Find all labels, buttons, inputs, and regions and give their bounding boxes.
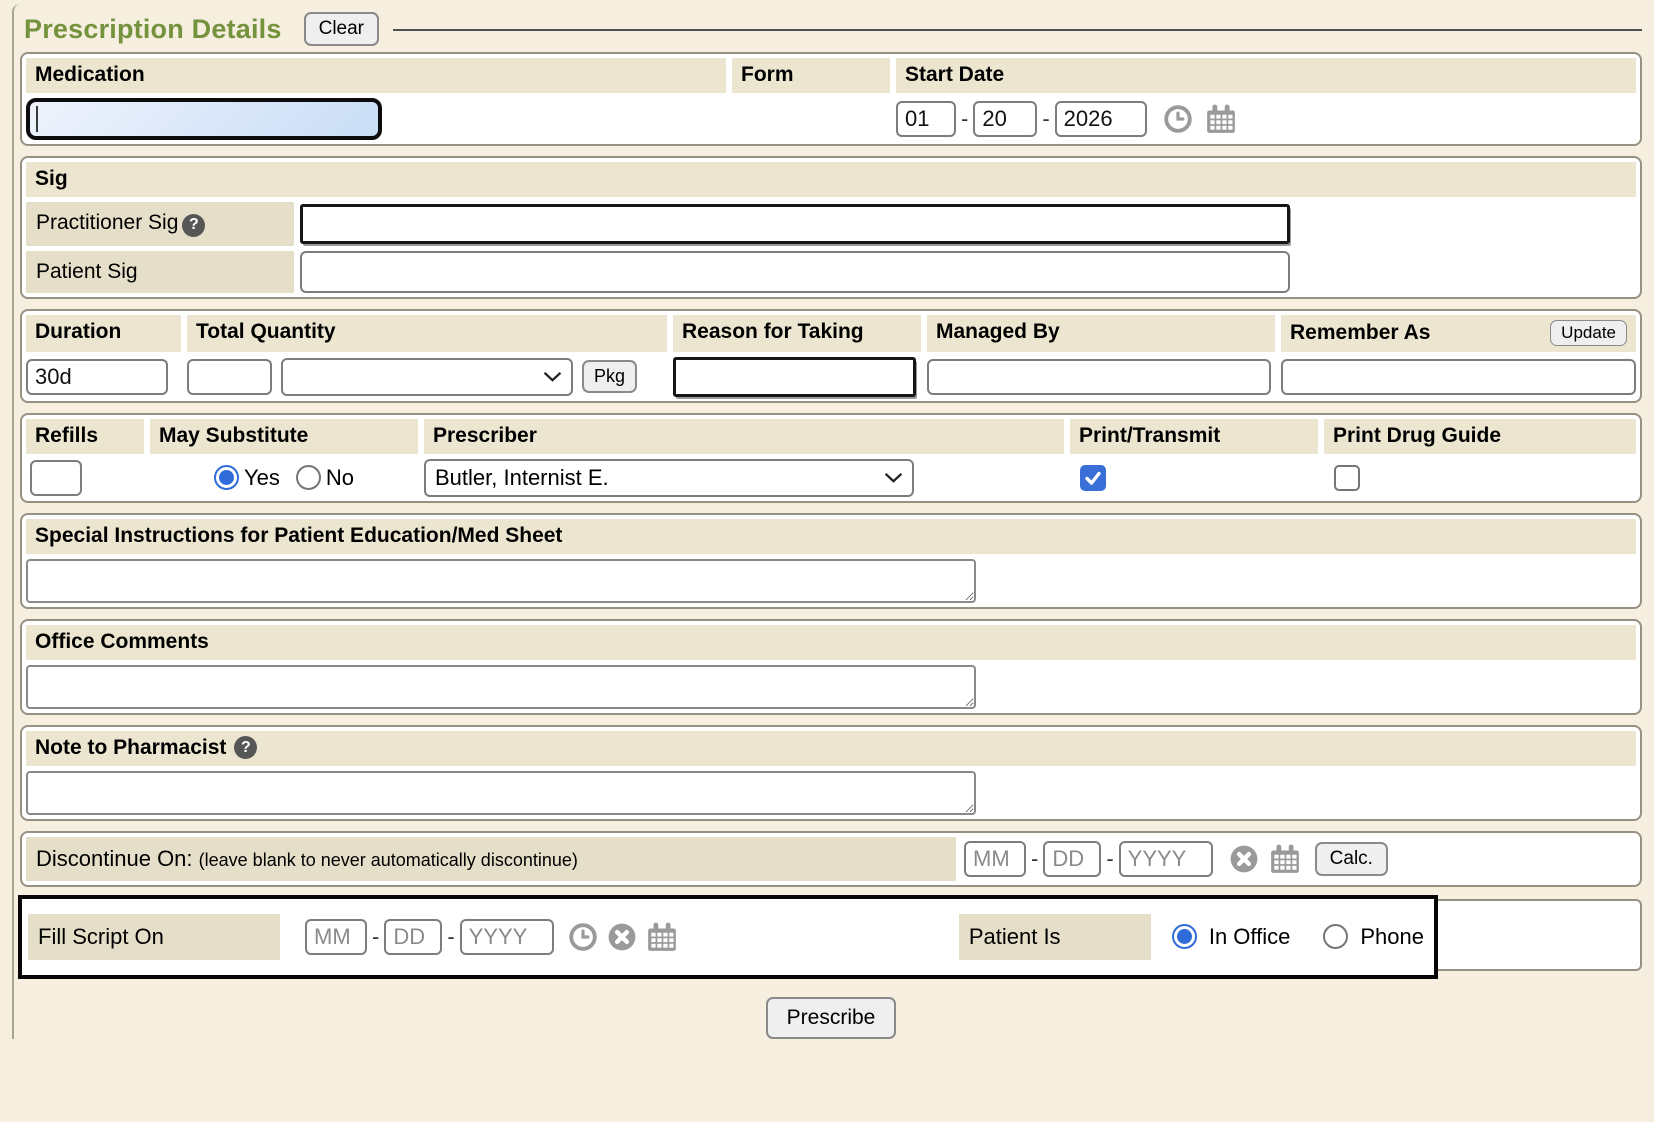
- note-to-pharmacist-header: Note to Pharmacist?: [26, 731, 1636, 766]
- managed-by-header: Managed By: [927, 315, 1275, 352]
- phone-label: Phone: [1360, 924, 1424, 950]
- start-date-header: Start Date: [896, 58, 1636, 93]
- discontinue-on-label: Discontinue On: (leave blank to never au…: [26, 837, 956, 881]
- duration-section: Duration Total Quantity Reason for Takin…: [20, 309, 1642, 403]
- footer-actions: Prescribe: [20, 991, 1642, 1039]
- check-icon: [1083, 468, 1103, 488]
- radio-dot: [219, 470, 234, 485]
- may-substitute-yes-label: Yes: [244, 465, 280, 491]
- medication-section: Medication Form Start Date - -: [20, 52, 1642, 146]
- calendar-icon[interactable]: [1269, 843, 1301, 875]
- may-substitute-header: May Substitute: [150, 419, 418, 454]
- clear-date-icon[interactable]: [607, 922, 637, 952]
- discontinue-year-input[interactable]: [1119, 841, 1213, 877]
- reason-for-taking-input[interactable]: [673, 357, 916, 397]
- special-instructions-textarea[interactable]: [26, 559, 976, 603]
- remember-as-header: Remember As Update: [1281, 315, 1636, 352]
- duration-input[interactable]: [26, 359, 168, 395]
- fill-script-highlight-box: Fill Script On - - Patient Is In Offi: [18, 895, 1438, 979]
- patient-is-label: Patient Is: [959, 914, 1151, 960]
- calc-button[interactable]: Calc.: [1315, 842, 1388, 876]
- fill-script-month-input[interactable]: [305, 919, 367, 955]
- clear-button[interactable]: Clear: [304, 12, 379, 46]
- date-separator: -: [372, 924, 379, 950]
- may-substitute-no-label: No: [326, 465, 354, 491]
- office-comments-header: Office Comments: [26, 625, 1636, 660]
- date-separator: -: [1106, 846, 1113, 872]
- discontinue-on-row: Discontinue On: (leave blank to never au…: [20, 831, 1642, 887]
- legend-row: Prescription Details Clear: [20, 6, 1642, 52]
- fill-script-on-label: Fill Script On: [28, 914, 280, 960]
- chevron-down-icon: [884, 472, 903, 483]
- date-separator: -: [1031, 846, 1038, 872]
- total-quantity-input[interactable]: [187, 359, 272, 395]
- help-icon[interactable]: ?: [182, 214, 205, 237]
- print-transmit-checkbox[interactable]: [1080, 465, 1106, 491]
- phone-radio[interactable]: [1323, 924, 1348, 949]
- may-substitute-no-radio[interactable]: [296, 465, 321, 490]
- prescribe-button[interactable]: Prescribe: [766, 997, 897, 1039]
- may-substitute-yes-radio[interactable]: [214, 465, 239, 490]
- form-header: Form: [732, 58, 890, 93]
- print-transmit-header: Print/Transmit: [1070, 419, 1318, 454]
- discontinue-day-input[interactable]: [1043, 841, 1101, 877]
- reason-header: Reason for Taking: [673, 315, 921, 352]
- text-caret: [36, 106, 38, 132]
- page-title: Prescription Details: [24, 14, 282, 45]
- practitioner-sig-label: Practitioner Sig?: [26, 202, 294, 246]
- prescriber-select[interactable]: Butler, Internist E.: [424, 459, 914, 497]
- date-separator: -: [447, 924, 454, 950]
- in-office-radio[interactable]: [1172, 924, 1197, 949]
- total-quantity-header: Total Quantity: [187, 315, 667, 352]
- remember-as-input[interactable]: [1281, 359, 1636, 395]
- note-to-pharmacist-textarea[interactable]: [26, 771, 976, 815]
- update-button[interactable]: Update: [1550, 320, 1627, 346]
- clear-date-icon[interactable]: [1229, 844, 1259, 874]
- calendar-icon[interactable]: [1205, 103, 1237, 135]
- practitioner-sig-input[interactable]: [300, 204, 1290, 244]
- date-separator: -: [1042, 106, 1049, 132]
- sig-section: Sig Practitioner Sig? Patient Sig: [20, 156, 1642, 299]
- sig-header: Sig: [26, 162, 1636, 197]
- quantity-unit-select[interactable]: [281, 358, 573, 396]
- office-comments-textarea[interactable]: [26, 665, 976, 709]
- prescription-details-fieldset: Prescription Details Clear Medication Fo…: [12, 4, 1642, 1039]
- legend-divider: [393, 29, 1642, 31]
- fill-script-row: Fill Script On - - Patient Is In Offi: [20, 899, 1642, 971]
- patient-sig-label: Patient Sig: [26, 251, 294, 293]
- special-instructions-section: Special Instructions for Patient Educati…: [20, 513, 1642, 609]
- chevron-down-icon: [543, 371, 562, 382]
- fill-script-day-input[interactable]: [384, 919, 442, 955]
- refills-header: Refills: [26, 419, 144, 454]
- clock-icon[interactable]: [1163, 104, 1193, 134]
- start-day-input[interactable]: [973, 101, 1037, 137]
- calendar-icon[interactable]: [646, 921, 678, 953]
- discontinue-month-input[interactable]: [964, 841, 1026, 877]
- patient-sig-input[interactable]: [300, 251, 1290, 293]
- fill-script-year-input[interactable]: [460, 919, 554, 955]
- start-year-input[interactable]: [1055, 101, 1147, 137]
- help-icon[interactable]: ?: [234, 736, 257, 759]
- special-instructions-header: Special Instructions for Patient Educati…: [26, 519, 1636, 554]
- note-to-pharmacist-section: Note to Pharmacist?: [20, 725, 1642, 821]
- discontinue-hint: (leave blank to never automatically disc…: [199, 850, 578, 870]
- clock-icon[interactable]: [568, 922, 598, 952]
- print-drug-guide-header: Print Drug Guide: [1324, 419, 1636, 454]
- refills-input[interactable]: [30, 460, 82, 496]
- start-month-input[interactable]: [896, 101, 956, 137]
- radio-dot: [1177, 929, 1192, 944]
- prescriber-header: Prescriber: [424, 419, 1064, 454]
- date-separator: -: [961, 106, 968, 132]
- in-office-label: In Office: [1209, 924, 1291, 950]
- refills-section: Refills May Substitute Prescriber Print/…: [20, 413, 1642, 503]
- medication-input[interactable]: [26, 98, 382, 140]
- print-drug-guide-checkbox[interactable]: [1334, 465, 1360, 491]
- office-comments-section: Office Comments: [20, 619, 1642, 715]
- duration-header: Duration: [26, 315, 181, 352]
- pkg-button[interactable]: Pkg: [582, 360, 637, 393]
- managed-by-input[interactable]: [927, 359, 1271, 395]
- medication-header: Medication: [26, 58, 726, 93]
